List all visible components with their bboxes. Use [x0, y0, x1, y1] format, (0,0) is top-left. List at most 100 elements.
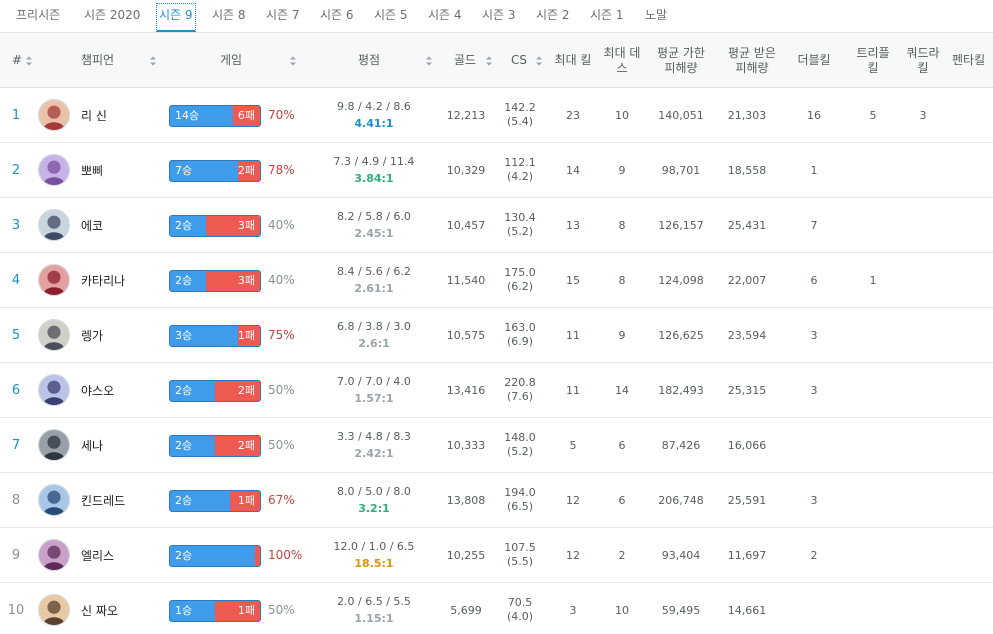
table-row[interactable]: 8 킨드레드 2승 1패 67% 8.0 / 5.0 / 8.0 3.2:1 1… — [0, 473, 993, 528]
champion-portrait-icon[interactable] — [38, 484, 70, 516]
win-loss-bar: 2승 2패 — [169, 380, 261, 402]
avg-taken-value: 14,661 — [727, 603, 767, 617]
table-row[interactable]: 6 야스오 2승 2패 50% 7.0 / 7.0 / 4.0 1.57:1 1… — [0, 363, 993, 418]
portrait-image — [39, 100, 69, 130]
rank-number: 3 — [11, 217, 21, 233]
header-penta-kill[interactable]: 펜타킬 — [948, 33, 993, 88]
kda-ratio: 2.61:1 — [354, 282, 394, 295]
header-rating[interactable]: 평점 — [302, 33, 436, 88]
champion-name[interactable]: 리 신 — [81, 88, 107, 142]
header-max-kill[interactable]: 최대 킬 — [548, 33, 598, 88]
tab-normal[interactable]: 노말 — [645, 0, 667, 33]
tab-preseason[interactable]: 프리시즌 — [16, 0, 60, 33]
table-row[interactable]: 1 리 신 14승 6패 70% 9.8 / 4.2 / 8.6 4.41:1 … — [0, 88, 993, 143]
tab-season-4[interactable]: 시즌 4 — [428, 0, 462, 33]
header-rank[interactable]: # — [0, 33, 38, 88]
header-champion-label: 챔피언 — [80, 53, 115, 67]
avg-dealt-value: 59,495 — [661, 603, 701, 617]
penta-kill-value — [948, 528, 993, 582]
wins-label: 3승 — [170, 326, 238, 346]
rank-number: 5 — [11, 327, 21, 343]
triple-kill-value: 1 — [869, 273, 877, 287]
portrait-image — [39, 375, 69, 405]
tab-season-8[interactable]: 시즌 8 — [212, 0, 246, 33]
tab-season-5[interactable]: 시즌 5 — [374, 0, 408, 33]
penta-kill-value — [948, 198, 993, 252]
champion-name[interactable]: 야스오 — [81, 363, 114, 417]
header-games[interactable]: 게임 — [160, 33, 302, 88]
champion-name[interactable]: 신 짜오 — [81, 583, 118, 634]
champion-name[interactable]: 뽀삐 — [81, 143, 103, 197]
avg-dealt-value: 126,157 — [658, 218, 704, 232]
champion-portrait-icon[interactable] — [38, 154, 70, 186]
wins-label: 2승 — [170, 546, 255, 566]
header-cs[interactable]: CS — [496, 33, 548, 88]
avg-taken-value: 25,591 — [727, 493, 767, 507]
avg-taken-value: 16,066 — [727, 438, 767, 452]
max-death-value: 10 — [615, 108, 629, 122]
double-kill-value — [788, 583, 840, 634]
table-row[interactable]: 2 뽀삐 7승 2패 78% 7.3 / 4.9 / 11.4 3.84:1 1… — [0, 143, 993, 198]
kda-ratio: 2.42:1 — [354, 447, 394, 460]
header-avg-dealt[interactable]: 평균 가한 피해량 — [646, 33, 716, 88]
tab-season-6[interactable]: 시즌 6 — [320, 0, 354, 33]
tab-season-1[interactable]: 시즌 1 — [590, 0, 624, 33]
tab-season-2020[interactable]: 시즌 2020 — [84, 0, 140, 33]
champion-portrait-icon[interactable] — [38, 539, 70, 571]
header-double-kill[interactable]: 더블킬 — [788, 33, 844, 88]
avg-taken-value: 21,303 — [727, 108, 767, 122]
portrait-image — [39, 430, 69, 460]
header-quadra-kill[interactable]: 쿼드라킬 — [898, 33, 948, 88]
table-row[interactable]: 9 엘리스 2승 100% 12.0 / 1.0 / 6.5 18.5:1 10… — [0, 528, 993, 583]
table-row[interactable]: 4 카타리나 2승 3패 40% 8.4 / 5.6 / 6.2 2.61:1 … — [0, 253, 993, 308]
kda-cell: 3.3 / 4.8 / 8.3 2.42:1 — [320, 418, 428, 472]
champion-name[interactable]: 렝가 — [81, 308, 103, 362]
wins-label: 2승 — [170, 436, 215, 456]
champion-portrait-icon[interactable] — [38, 209, 70, 241]
header-avg-taken[interactable]: 평균 받은 피해량 — [716, 33, 788, 88]
table-row[interactable]: 3 에코 2승 3패 40% 8.2 / 5.8 / 6.0 2.45:1 10… — [0, 198, 993, 253]
champion-portrait-icon[interactable] — [38, 319, 70, 351]
table-row[interactable]: 5 렝가 3승 1패 75% 6.8 / 3.8 / 3.0 2.6:1 10,… — [0, 308, 993, 363]
penta-kill-value — [948, 473, 993, 527]
tab-season-7[interactable]: 시즌 7 — [266, 0, 300, 33]
win-rate: 75% — [268, 328, 295, 342]
kda-average: 8.2 / 5.8 / 6.0 — [337, 210, 411, 223]
champion-name[interactable]: 카타리나 — [81, 253, 125, 307]
portrait-image — [39, 595, 69, 625]
win-rate: 78% — [268, 163, 295, 177]
avg-dealt-value: 93,404 — [661, 548, 701, 562]
champion-name[interactable]: 세나 — [81, 418, 103, 472]
table-row[interactable]: 7 세나 2승 2패 50% 3.3 / 4.8 / 8.3 2.42:1 10… — [0, 418, 993, 473]
champion-portrait-icon[interactable] — [38, 429, 70, 461]
tab-season-9[interactable]: 시즌 9 — [156, 0, 196, 33]
champion-portrait-icon[interactable] — [38, 264, 70, 296]
avg-taken-value: 25,315 — [727, 383, 767, 397]
wins-label: 7승 — [170, 161, 238, 181]
champion-name[interactable]: 킨드레드 — [81, 473, 125, 527]
header-champion[interactable]: 챔피언 — [38, 33, 160, 88]
header-max-death[interactable]: 최대 데스 — [598, 33, 646, 88]
table-header: # 챔피언 게임 평점 골드 CS 최대 킬 최대 데스 평균 가한 피해량 평… — [0, 33, 993, 88]
header-triple-kill[interactable]: 트리플킬 — [848, 33, 898, 88]
champion-name[interactable]: 엘리스 — [81, 528, 114, 582]
table-row[interactable]: 10 신 짜오 1승 1패 50% 2.0 / 6.5 / 5.5 1.15:1… — [0, 583, 993, 634]
double-kill-value — [788, 418, 840, 472]
cs-per-min: (6.5) — [506, 500, 534, 513]
champion-name[interactable]: 에코 — [81, 198, 103, 252]
champion-portrait-icon[interactable] — [38, 99, 70, 131]
tab-season-2[interactable]: 시즌 2 — [536, 0, 570, 33]
champion-portrait-icon[interactable] — [38, 594, 70, 626]
penta-kill-value — [948, 253, 993, 307]
tab-season-3[interactable]: 시즌 3 — [482, 0, 516, 33]
max-kill-value: 23 — [566, 108, 580, 122]
max-death-value: 6 — [618, 493, 626, 507]
kda-ratio: 4.41:1 — [354, 117, 394, 130]
champion-portrait-icon[interactable] — [38, 374, 70, 406]
win-rate: 40% — [268, 218, 295, 232]
cs-value: 163.0 — [504, 321, 536, 334]
cs-cell: 148.0 (5.2) — [500, 418, 540, 472]
header-gold[interactable]: 골드 — [440, 33, 496, 88]
cs-cell: 70.5 (4.0) — [500, 583, 540, 634]
losses-label: 1패 — [237, 326, 260, 346]
